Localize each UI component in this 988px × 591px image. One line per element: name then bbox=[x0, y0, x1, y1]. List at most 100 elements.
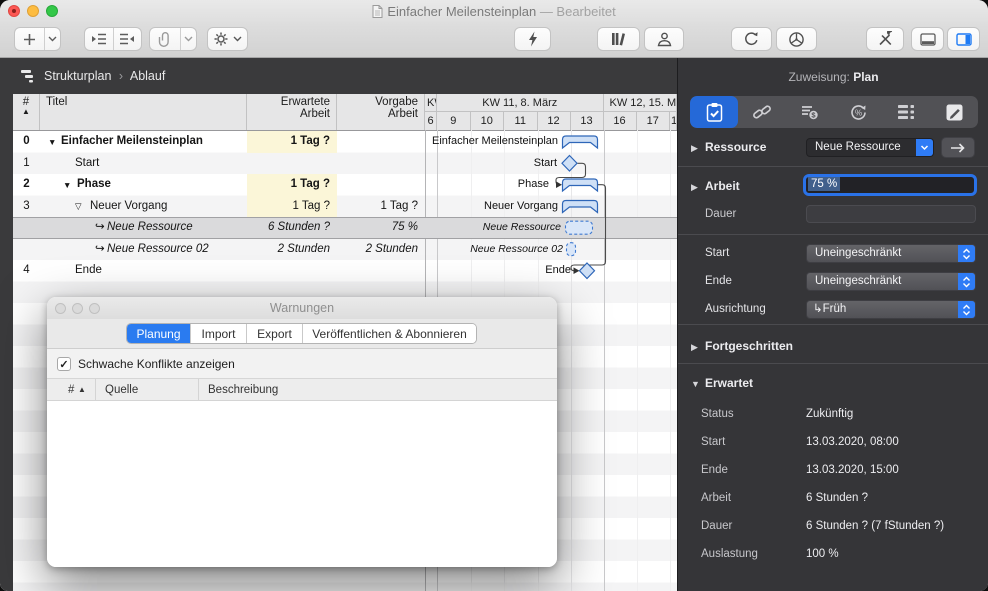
duration-input[interactable] bbox=[806, 205, 976, 223]
tab-custom-data[interactable] bbox=[882, 96, 930, 128]
table-row[interactable]: 4 Ende bbox=[13, 260, 425, 282]
disclosure-triangle[interactable]: ▽ bbox=[75, 196, 82, 218]
sync-button[interactable] bbox=[731, 27, 772, 51]
advanced-section-label: Fortgeschritten bbox=[705, 339, 793, 353]
gantt-week-1[interactable]: KW 11, 8. März bbox=[437, 94, 604, 112]
table-row[interactable]: 1 Start bbox=[13, 153, 425, 175]
gantt-day[interactable]: 11 bbox=[504, 112, 538, 130]
kv-value: Zukünftig bbox=[806, 408, 853, 420]
disclosure-triangle[interactable]: ▼ bbox=[48, 132, 56, 154]
tab-costs[interactable]: $ bbox=[786, 96, 834, 128]
task-title: Einfacher Meilensteinplan bbox=[61, 131, 203, 153]
breadcrumb-current[interactable]: Ablauf bbox=[130, 69, 165, 83]
gantt-day[interactable]: 6 bbox=[425, 112, 437, 130]
gantt-day[interactable]: 13 bbox=[571, 112, 604, 130]
toggle-bottom-panel-button[interactable] bbox=[911, 27, 944, 51]
disclosure-triangle[interactable]: ▼ bbox=[63, 175, 71, 197]
alignment-popup[interactable]: ↳Früh bbox=[806, 300, 976, 319]
gantt-week-2[interactable]: KW 12, 15. M bbox=[604, 94, 678, 112]
dialog-col-description[interactable]: Beschreibung bbox=[208, 379, 278, 401]
show-weak-conflicts-checkbox[interactable]: ✓ bbox=[57, 357, 71, 371]
gantt-day[interactable]: 18 bbox=[670, 112, 677, 130]
library-button[interactable] bbox=[597, 27, 640, 51]
work-disclosure[interactable]: ▶ bbox=[691, 182, 698, 193]
gantt-day[interactable]: 12 bbox=[538, 112, 571, 130]
end-constraint-label: Ende bbox=[705, 275, 732, 287]
expected-work-cell: 1 Tag ? bbox=[247, 174, 337, 196]
column-header-title[interactable]: Titel bbox=[40, 94, 247, 130]
gantt-label: Neue Ressource 02 bbox=[470, 239, 563, 261]
go-to-resource-button[interactable] bbox=[941, 137, 975, 158]
network-globe-icon bbox=[788, 31, 805, 48]
tab-export[interactable]: Export bbox=[247, 324, 303, 343]
table-row-assignment[interactable]: ↪ Neue Ressource 6 Stunden ? 75 % bbox=[13, 217, 425, 239]
resource-popup[interactable]: Neue Ressource bbox=[806, 138, 934, 157]
resource-title: Neue Ressource bbox=[107, 217, 193, 239]
gantt-label: Neue Ressource bbox=[483, 217, 561, 239]
toggle-right-panel-button[interactable] bbox=[947, 27, 980, 51]
expected-disclosure[interactable]: ▼ bbox=[691, 379, 700, 389]
gear-icon bbox=[213, 31, 229, 47]
dialog-zoom-button[interactable] bbox=[89, 303, 100, 314]
gantt-day[interactable]: 9 bbox=[437, 112, 471, 130]
gridline bbox=[637, 130, 638, 591]
gantt-week-clipped[interactable]: KW bbox=[425, 94, 437, 112]
advanced-disclosure[interactable]: ▶ bbox=[691, 342, 698, 353]
attachment-button[interactable] bbox=[150, 28, 180, 50]
outdent-button[interactable] bbox=[114, 28, 142, 50]
kv-label: Auslastung bbox=[701, 548, 758, 560]
dialog-close-button[interactable] bbox=[55, 303, 66, 314]
inspect-tools-button[interactable] bbox=[866, 27, 904, 51]
tab-notes[interactable] bbox=[930, 96, 978, 128]
inspector-tab-bar: $ % bbox=[690, 96, 978, 128]
tab-publish-subscribe[interactable]: Veröffentlichen & Abonnieren bbox=[303, 324, 476, 343]
resources-button[interactable] bbox=[644, 27, 684, 51]
popup-chevron bbox=[916, 139, 933, 156]
tab-effort[interactable]: % bbox=[834, 96, 882, 128]
catch-up-button[interactable] bbox=[514, 27, 551, 51]
dialog-minimize-button[interactable] bbox=[72, 303, 83, 314]
start-constraint-popup[interactable]: Uneingeschränkt bbox=[806, 244, 976, 263]
dialog-col-num[interactable]: # bbox=[68, 379, 74, 401]
attachment-menu-chevron[interactable] bbox=[181, 28, 196, 50]
alignment-label: Ausrichtung bbox=[705, 303, 766, 315]
work-label: Arbeit bbox=[705, 179, 740, 193]
column-header-planned[interactable]: VorgabeArbeit bbox=[337, 94, 425, 130]
table-row[interactable]: 0 ▼ Einfacher Meilensteinplan 1 Tag ? bbox=[13, 131, 425, 153]
work-input[interactable]: 75 % bbox=[803, 174, 977, 196]
dialog-title: Warnungen bbox=[47, 297, 557, 319]
column-header-expected[interactable]: ErwarteteArbeit bbox=[247, 94, 337, 130]
table-row[interactable]: 3 ▽ Neuer Vorgang 1 Tag ? 1 Tag ? bbox=[13, 196, 425, 218]
table-row-assignment[interactable]: ↪ Neue Ressource 02 2 Stunden 2 Stunden bbox=[13, 239, 425, 261]
table-row[interactable]: 2 ▼ Phase 1 Tag ? bbox=[13, 174, 425, 196]
assignment-arrow-icon: ↪ bbox=[95, 217, 105, 239]
gantt-day[interactable]: 17 bbox=[637, 112, 671, 130]
task-title: Phase bbox=[77, 174, 111, 196]
row-number: 0 bbox=[13, 131, 40, 153]
add-task-menu-chevron[interactable] bbox=[45, 28, 60, 50]
column-header-num[interactable]: # ▲ bbox=[13, 94, 40, 130]
tab-task-info[interactable] bbox=[690, 96, 738, 128]
dialog-table-body[interactable] bbox=[47, 401, 557, 567]
actions-button[interactable] bbox=[207, 27, 248, 51]
dialog-col-source[interactable]: Quelle bbox=[105, 379, 138, 401]
tab-dependencies[interactable] bbox=[738, 96, 786, 128]
gantt-day[interactable]: 16 bbox=[604, 112, 637, 130]
indent-button[interactable] bbox=[85, 28, 113, 50]
add-task-button[interactable] bbox=[14, 27, 61, 51]
end-constraint-popup[interactable]: Uneingeschränkt bbox=[806, 272, 976, 291]
row-number: 1 bbox=[13, 153, 40, 175]
svg-text:%: % bbox=[854, 108, 861, 117]
tab-planung[interactable]: Planung bbox=[127, 324, 191, 343]
kv-value: 6 Stunden ? bbox=[806, 492, 868, 504]
start-constraint-label: Start bbox=[705, 247, 729, 259]
resource-disclosure[interactable]: ▶ bbox=[691, 143, 698, 154]
network-button[interactable] bbox=[776, 27, 817, 51]
inspector-header-label: Zuweisung: bbox=[788, 70, 849, 84]
tab-import[interactable]: Import bbox=[191, 324, 247, 343]
planned-work-cell: 2 Stunden bbox=[337, 239, 425, 261]
popup-steppers bbox=[958, 301, 975, 318]
breadcrumb-root[interactable]: Strukturplan bbox=[44, 69, 111, 83]
gantt-day[interactable]: 10 bbox=[471, 112, 505, 130]
checkbox-label: Schwache Konflikte anzeigen bbox=[78, 349, 235, 379]
